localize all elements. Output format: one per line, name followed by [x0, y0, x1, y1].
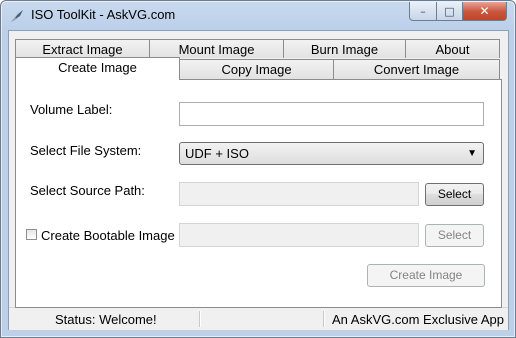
status-credit: An AskVG.com Exclusive App — [332, 312, 504, 327]
maximize-icon: □ — [444, 4, 455, 18]
file-system-select[interactable]: UDF + ISO ▼ — [179, 142, 484, 165]
tab-burn-image[interactable]: Burn Image — [283, 39, 406, 58]
close-icon: ✕ — [479, 4, 490, 18]
maximize-button[interactable]: □ — [437, 2, 463, 21]
tab-mount-image[interactable]: Mount Image — [149, 39, 284, 58]
close-button[interactable]: ✕ — [463, 2, 507, 21]
tab-copy-image[interactable]: Copy Image — [179, 59, 334, 79]
app-icon — [11, 10, 23, 22]
source-path-input[interactable] — [179, 182, 419, 206]
file-system-value: UDF + ISO — [185, 146, 249, 161]
status-divider — [323, 311, 325, 327]
create-image-panel: Volume Label: Select File System: UDF + … — [15, 79, 502, 308]
create-image-button[interactable]: Create Image — [367, 264, 485, 287]
tab-about[interactable]: About — [405, 39, 500, 58]
window-title: ISO ToolKit - AskVG.com — [31, 7, 176, 22]
boot-image-select-button[interactable]: Select — [425, 224, 484, 247]
title-bar[interactable]: ISO ToolKit - AskVG.com – □ ✕ — [1, 1, 515, 30]
minimize-button[interactable]: – — [409, 2, 437, 21]
status-bar: Status: Welcome! An AskVG.com Exclusive … — [9, 307, 508, 330]
chevron-down-icon: ▼ — [467, 148, 477, 159]
volume-label-input[interactable] — [179, 102, 484, 126]
status-text: Status: Welcome! — [55, 312, 157, 327]
client-area: Extract Image Mount Image Burn Image Abo… — [8, 30, 509, 330]
source-path-caption: Select Source Path: — [30, 183, 145, 198]
source-path-select-button[interactable]: Select — [425, 183, 484, 206]
boot-image-input[interactable] — [179, 223, 419, 247]
minimize-icon: – — [420, 4, 426, 18]
window-controls: – □ ✕ — [409, 2, 507, 21]
tab-convert-image[interactable]: Convert Image — [333, 59, 500, 79]
app-window: ISO ToolKit - AskVG.com – □ ✕ Extract Im… — [0, 0, 516, 338]
tab-create-image[interactable]: Create Image — [15, 57, 180, 80]
bootable-checkbox[interactable] — [26, 229, 37, 240]
bootable-label[interactable]: Create Bootable Image — [41, 228, 175, 243]
volume-label-caption: Volume Label: — [30, 102, 113, 117]
tab-extract-image[interactable]: Extract Image — [15, 39, 150, 58]
status-divider — [199, 311, 201, 327]
file-system-caption: Select File System: — [30, 143, 142, 158]
